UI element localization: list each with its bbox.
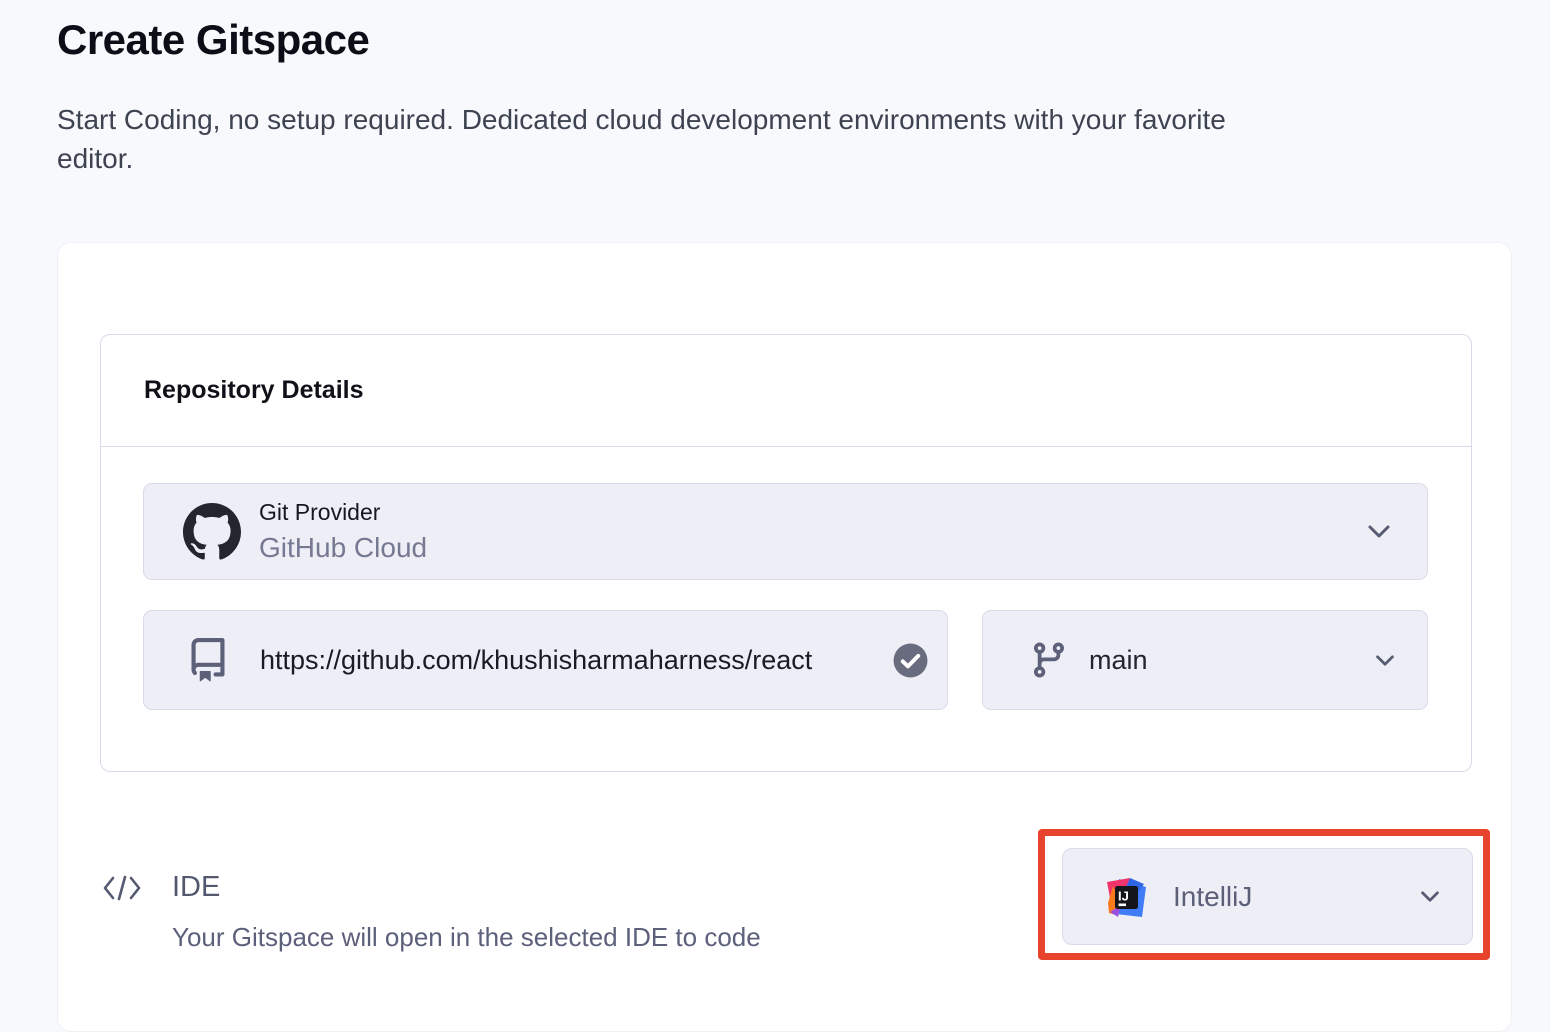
chevron-down-icon — [1367, 524, 1391, 539]
check-circle-icon — [892, 642, 929, 679]
ide-select[interactable]: IJ IntelliJ — [1062, 848, 1473, 945]
github-icon — [183, 503, 241, 561]
git-provider-select[interactable]: Git Provider GitHub Cloud — [143, 483, 1428, 580]
page-title: Create Gitspace — [57, 16, 369, 64]
repo-book-icon — [186, 638, 230, 682]
git-branch-icon — [1029, 640, 1069, 680]
repository-details-header: Repository Details — [101, 335, 1471, 447]
repo-url-value: https://github.com/khushisharmaharness/r… — [260, 645, 892, 676]
git-provider-labels: Git Provider GitHub Cloud — [259, 499, 427, 564]
chevron-down-icon — [1375, 654, 1395, 667]
chevron-down-icon — [1420, 890, 1440, 903]
intellij-icon: IJ — [1106, 877, 1146, 917]
ide-section-label: IDE — [172, 871, 220, 904]
page-subtitle: Start Coding, no setup required. Dedicat… — [57, 100, 1226, 178]
page-subtitle-line-2: editor. — [57, 139, 1226, 178]
ide-selected-value: IntelliJ — [1173, 881, 1252, 913]
svg-text:IJ: IJ — [1118, 888, 1129, 903]
page-subtitle-line-1: Start Coding, no setup required. Dedicat… — [57, 100, 1226, 139]
repository-details-heading: Repository Details — [144, 376, 364, 405]
branch-select[interactable]: main — [982, 610, 1428, 710]
ide-section-description: Your Gitspace will open in the selected … — [172, 922, 761, 953]
git-provider-label: Git Provider — [259, 499, 427, 526]
code-icon — [102, 874, 142, 902]
git-provider-value: GitHub Cloud — [259, 532, 427, 564]
repo-url-input[interactable]: https://github.com/khushisharmaharness/r… — [143, 610, 948, 710]
branch-value: main — [1089, 645, 1148, 676]
create-gitspace-page: Create Gitspace Start Coding, no setup r… — [0, 0, 1550, 1012]
